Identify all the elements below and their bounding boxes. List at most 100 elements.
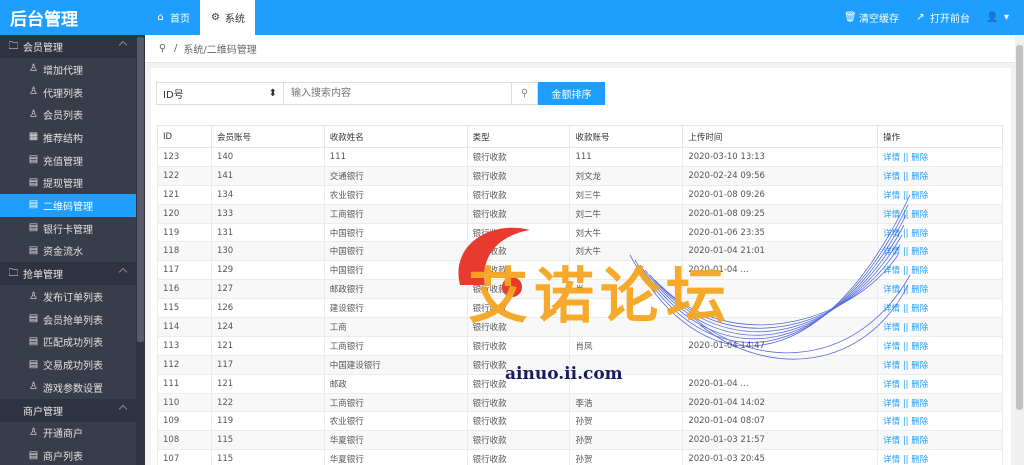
sidebar-item[interactable]: ▤ 商户列表 — [0, 444, 136, 465]
row-actions: 详情 || 删除 — [877, 449, 1003, 465]
detail-link[interactable]: 详情 — [883, 229, 900, 239]
table-cell: 华夏银行 — [323, 449, 468, 465]
action-separator: || — [902, 285, 909, 296]
row-actions: 详情 || 删除 — [877, 241, 1003, 262]
sidebar-item[interactable]: ♙ 开通商户 — [0, 422, 136, 445]
detail-link[interactable]: 详情 — [883, 266, 900, 276]
table-header-row: ID 会员账号 收款姓名 类型 收款账号 上传时间 操作 — [157, 125, 1003, 148]
action-separator: || — [902, 417, 909, 428]
delete-link[interactable]: 删除 — [911, 304, 928, 314]
delete-link[interactable]: 删除 — [911, 172, 928, 182]
detail-link[interactable]: 详情 — [883, 172, 900, 182]
detail-link[interactable]: 详情 — [883, 304, 900, 314]
delete-link[interactable]: 删除 — [911, 247, 928, 257]
detail-link[interactable]: 详情 — [883, 436, 900, 446]
sidebar-item[interactable]: ♙ 代理列表 — [0, 81, 136, 104]
sidebar-item[interactable]: ♙ 增加代理 — [0, 58, 136, 81]
sidebar-item[interactable]: ▤ 二维码管理 — [0, 194, 136, 217]
sidebar-groups: 🗀 会员管理 ♙ 增加代理 ♙ 代理列表 ♙ 会员列表 ▦ 推荐结构 ▤ 充值管理 ▤ 提现管理 ▤ 二维码管… — [0, 35, 145, 465]
sidebar-group-0[interactable]: 🗀 会员管理 — [0, 35, 136, 58]
row-actions: 详情 || 删除 — [877, 373, 1003, 394]
detail-link[interactable]: 详情 — [883, 399, 900, 409]
sidebar-group-label: 会员管理 — [23, 43, 63, 54]
table-cell: 孙贺 — [569, 411, 684, 432]
detail-link[interactable]: 详情 — [883, 153, 900, 163]
sidebar-item[interactable]: ▤ 交易成功列表 — [0, 353, 136, 376]
action-separator: || — [902, 341, 909, 352]
amount-sort-button[interactable]: 金额排序 — [538, 82, 605, 105]
top-header: 后台管理 ⌂ 首页 ⚙ 系统 🗑 清空缓存 ↗ 打开前台 👤 ▾ — [0, 0, 1024, 35]
table-cell: 2020-01-04 14:47 — [682, 335, 879, 356]
breadcrumb: ⚲ / 系统/二维码管理 — [145, 35, 1024, 63]
sidebar-item[interactable]: ♙ 发布订单列表 — [0, 285, 136, 308]
delete-link[interactable]: 删除 — [911, 323, 928, 333]
sidebar-item-label: 交易成功列表 — [43, 361, 103, 373]
sidebar-group-2[interactable]: 商户管理 — [0, 398, 136, 422]
delete-link[interactable]: 删除 — [911, 380, 928, 390]
table-cell: 111 — [569, 147, 684, 167]
table-cell: 115 — [210, 449, 325, 465]
sidebar-item[interactable]: ▦ 推荐结构 — [0, 126, 136, 149]
delete-link[interactable]: 删除 — [911, 455, 928, 465]
detail-link[interactable]: 详情 — [883, 323, 900, 333]
table-row: 120 133 工商银行 银行收款 刘二牛 2020-01-08 09:25 详情 || 删… — [157, 203, 1003, 224]
table-cell: 孙贺 — [569, 430, 684, 451]
main-scroll-thumb[interactable] — [1016, 45, 1023, 410]
table-cell: 银行收款 — [466, 335, 571, 356]
detail-link[interactable]: 详情 — [883, 342, 900, 352]
delete-link[interactable]: 删除 — [911, 399, 928, 409]
sidebar-item[interactable]: ▤ 提现管理 — [0, 171, 136, 194]
table-cell: 银行收款 — [466, 184, 571, 205]
table-cell: 中国银行 — [323, 222, 468, 243]
user-icon: 👤 — [986, 11, 999, 23]
tab-home[interactable]: ⌂ 首页 — [145, 0, 200, 35]
sidebar-scroll-thumb[interactable] — [137, 37, 144, 342]
table-cell: 111 — [157, 373, 212, 394]
delete-link[interactable]: 删除 — [911, 153, 928, 163]
delete-link[interactable]: 删除 — [911, 285, 928, 295]
sidebar-item[interactable]: ♙ 会员列表 — [0, 103, 136, 126]
delete-link[interactable]: 删除 — [911, 210, 928, 220]
app-logo: 后台管理 — [0, 0, 145, 35]
sidebar-item[interactable]: ▤ 会员抢单列表 — [0, 308, 136, 331]
detail-link[interactable]: 详情 — [883, 247, 900, 257]
detail-link[interactable]: 详情 — [883, 380, 900, 390]
tab-system[interactable]: ⚙ 系统 — [200, 0, 255, 35]
delete-link[interactable]: 删除 — [911, 191, 928, 201]
sidebar-item[interactable]: ▤ 资金流水 — [0, 240, 136, 263]
delete-link[interactable]: 删除 — [911, 229, 928, 239]
detail-link[interactable]: 详情 — [883, 285, 900, 295]
detail-link[interactable]: 详情 — [883, 455, 900, 465]
search-button[interactable]: ⚲ — [512, 82, 538, 105]
table-cell: 2020-01-08 09:26 — [682, 184, 879, 205]
table-cell: 119 — [157, 222, 212, 243]
delete-link[interactable]: 删除 — [911, 266, 928, 276]
sidebar-item[interactable]: ▤ 充值管理 — [0, 149, 136, 172]
delete-link[interactable]: 删除 — [911, 361, 928, 371]
sidebar-scrollbar[interactable] — [136, 35, 145, 465]
sidebar-item[interactable]: ▤ 银行卡管理 — [0, 217, 136, 240]
folder-icon: 🗀 — [8, 40, 19, 52]
detail-link[interactable]: 详情 — [883, 210, 900, 220]
delete-link[interactable]: 删除 — [911, 436, 928, 446]
detail-link[interactable]: 详情 — [883, 361, 900, 371]
clear-cache-button[interactable]: 🗑 清空缓存 — [844, 10, 899, 25]
delete-link[interactable]: 删除 — [911, 342, 928, 352]
detail-link[interactable]: 详情 — [883, 191, 900, 201]
search-input[interactable] — [284, 82, 512, 105]
action-separator: || — [902, 228, 909, 239]
column-header: 上传时间 — [682, 125, 879, 148]
open-front-button[interactable]: ↗ 打开前台 — [915, 10, 970, 25]
tab-home-label: 首页 — [170, 14, 190, 25]
delete-link[interactable]: 删除 — [911, 417, 928, 427]
sidebar-group-1[interactable]: 🗀 抢单管理 — [0, 262, 136, 286]
field-select[interactable]: ID号 ⬍ — [156, 82, 284, 105]
sidebar-item[interactable]: ▤ 匹配成功列表 — [0, 331, 136, 354]
sidebar-item[interactable]: ♙ 游戏参数设置 — [0, 376, 136, 399]
sidebar-item-label: 银行卡管理 — [43, 224, 93, 236]
main-scrollbar[interactable] — [1015, 35, 1024, 465]
table-cell: 银行收款 — [466, 449, 571, 465]
detail-link[interactable]: 详情 — [883, 417, 900, 427]
user-menu[interactable]: 👤 ▾ — [986, 11, 1012, 23]
table-cell: 134 — [210, 184, 325, 205]
